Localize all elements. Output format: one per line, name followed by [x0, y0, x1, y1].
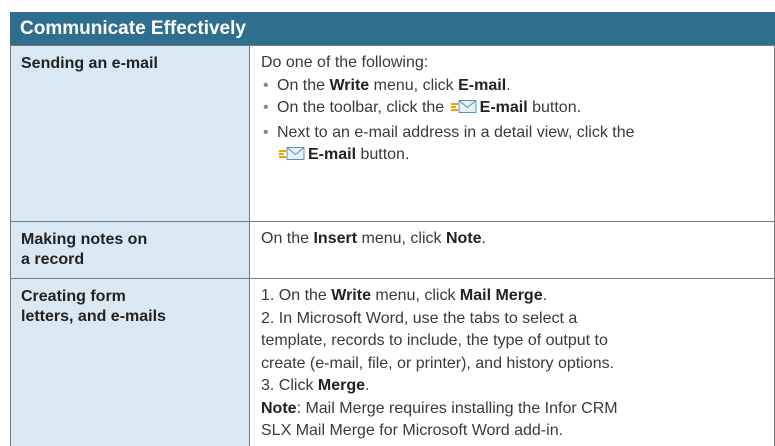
table-row: Making notes on a record On the Insert me… [10, 222, 775, 279]
table-row: Sending an e-mail Do one of the followin… [10, 45, 775, 222]
row-content-cell: On the Insert menu, click Note. [250, 222, 775, 279]
row-label-cell: Making notes on a record [10, 222, 250, 279]
list-item: • On the toolbar, click the E-mail button… [261, 97, 764, 122]
reference-sheet: Communicate Effectively Sending an e-mai… [0, 0, 775, 446]
email-icon [450, 99, 477, 122]
email-icon [279, 146, 305, 169]
bullet-icon: • [263, 76, 269, 94]
row-label-cell: Sending an e-mail [10, 45, 250, 222]
section-title: Communicate Effectively [20, 17, 246, 39]
step-1: 1. On the Write menu, click Mail Merge. [261, 287, 548, 304]
row-content-cell: 1. On the Write menu, click Mail Merge. … [250, 279, 775, 446]
row-label-cell: Creating form letters, and e-mails [10, 279, 250, 446]
step-3: 3. Click Merge. [261, 377, 370, 394]
section-header: Communicate Effectively [10, 12, 775, 45]
bullet-icon: • [263, 123, 269, 141]
row-label: Making notes on a record [21, 231, 148, 268]
table-row: Creating form letters, and e-mails 1. On … [10, 279, 775, 446]
row-content-cell: Do one of the following: • On the Write m… [250, 45, 775, 222]
list-item: • On the Write menu, click E-mail. [261, 75, 764, 98]
instruction-text: On the Insert menu, click Note. [261, 230, 486, 247]
bullet-icon: • [263, 99, 269, 116]
row-label: Sending an e-mail [21, 55, 158, 72]
intro-text: Do one of the following: [261, 54, 429, 71]
list-item: • Next to an e-mail address in a detail v… [261, 122, 764, 169]
row-label: Creating form letters, and e-mails [21, 288, 166, 325]
note-text: Note: Mail Merge requires installing the… [261, 399, 618, 440]
step-2: 2. In Microsoft Word, use the tabs to se… [261, 309, 615, 372]
